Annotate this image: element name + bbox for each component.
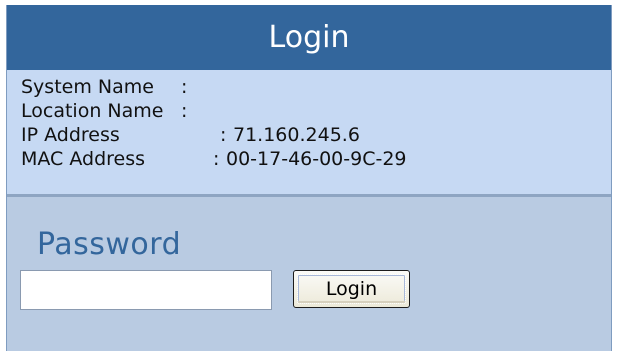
ip-address-separator: : xyxy=(220,124,227,146)
location-name-row: Location Name : xyxy=(21,99,187,123)
ip-address-label: IP Address xyxy=(21,124,120,146)
password-input[interactable] xyxy=(20,270,272,310)
system-name-row: System Name : xyxy=(21,75,187,99)
password-label: Password xyxy=(37,227,182,262)
mac-address-value: 00-17-46-00-9C-29 xyxy=(226,148,407,170)
page-title: Login xyxy=(7,5,611,70)
mac-address-row: MAC Address : 00-17-46-00-9C-29 xyxy=(21,147,407,171)
system-name-separator: : xyxy=(181,76,188,98)
login-panel: Login System Name : Location Name : IP A… xyxy=(6,5,612,351)
ip-address-value: 71.160.245.6 xyxy=(233,124,360,146)
location-name-label: Location Name xyxy=(21,100,164,122)
ip-address-row: IP Address : 71.160.245.6 xyxy=(21,123,360,147)
mac-address-separator: : xyxy=(213,148,220,170)
login-button-label: Login xyxy=(297,274,406,304)
login-button[interactable]: Login xyxy=(293,270,410,308)
system-name-label: System Name xyxy=(21,76,154,98)
location-name-separator: : xyxy=(181,100,188,122)
mac-address-label: MAC Address xyxy=(21,148,146,170)
system-info-panel: System Name : Location Name : IP Address… xyxy=(7,70,611,197)
